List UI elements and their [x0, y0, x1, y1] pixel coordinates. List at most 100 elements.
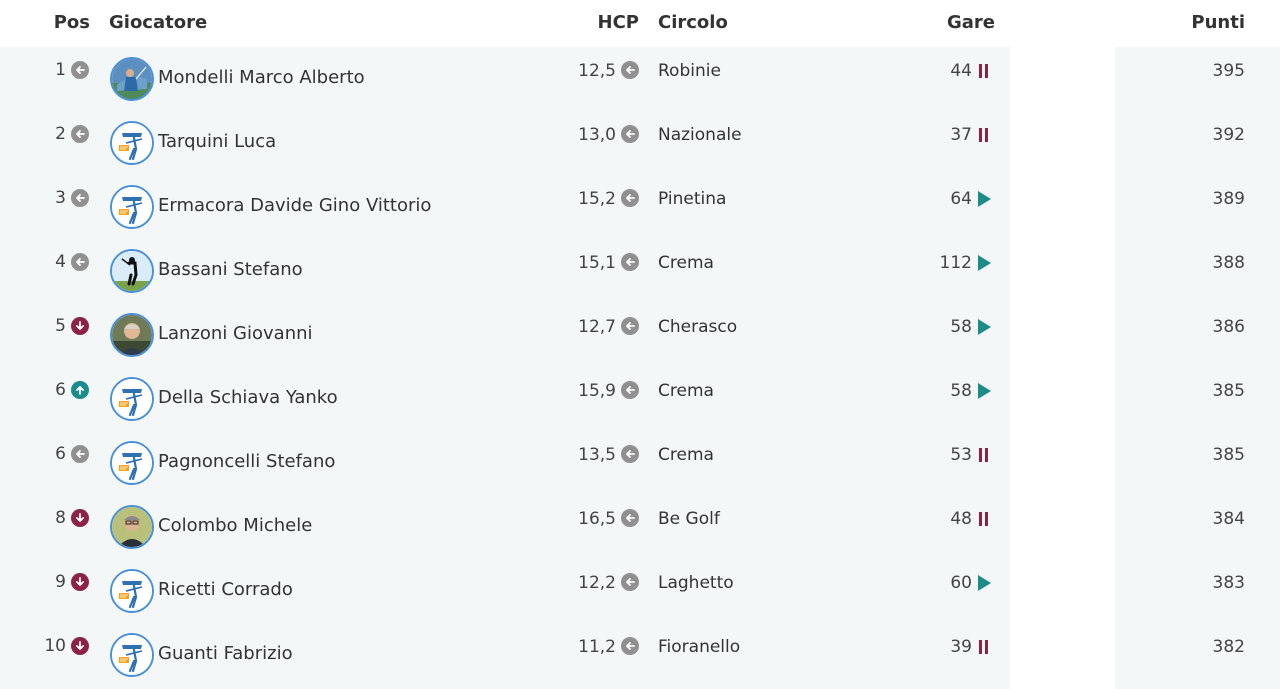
player-name[interactable]: Della Schiava Yanko: [158, 387, 338, 408]
position-trend-arrow-left-icon: [71, 445, 89, 463]
club-name[interactable]: Nazionale: [658, 125, 742, 145]
table-row[interactable]: 3 Ermacora Davide Gino Vittorio 15,2 Pineti…: [0, 175, 1280, 239]
play-icon: [977, 255, 991, 271]
play-icon: [977, 319, 991, 335]
points-value: 392: [1212, 125, 1245, 145]
position-trend-arrow-left-icon: [71, 253, 89, 271]
games-count: 48: [950, 509, 972, 529]
avatar[interactable]: [110, 441, 154, 485]
table-row[interactable]: 6 Pagnoncelli Stefano 13,5 Crema 53 385: [0, 431, 1280, 495]
avatar[interactable]: [110, 633, 154, 677]
position: 3: [55, 188, 66, 208]
position-trend-arrow-up-icon: [71, 381, 89, 399]
points-value: 383: [1212, 573, 1245, 593]
handicap-value: 13,0: [578, 125, 616, 145]
position: 5: [55, 316, 66, 336]
points-value: 395: [1212, 61, 1245, 81]
games-count: 112: [939, 253, 972, 273]
position-trend-arrow-left-icon: [71, 61, 89, 79]
position: 1: [55, 60, 66, 80]
club-name[interactable]: Cherasco: [658, 317, 737, 337]
handicap-value: 15,9: [578, 381, 616, 401]
handicap-value: 12,5: [578, 61, 616, 81]
points-value: 385: [1212, 445, 1245, 465]
table-row[interactable]: 5 Lanzoni Giovanni 12,7 Cherasco 58 386: [0, 303, 1280, 367]
table-row[interactable]: 10 Guanti Fabrizio 11,2 Fioranello 39 382: [0, 623, 1280, 687]
header-points[interactable]: Punti: [1130, 12, 1245, 33]
table-row[interactable]: 8 Colombo Michele 16,5 Be Golf 48 384: [0, 495, 1280, 559]
avatar[interactable]: [110, 313, 154, 357]
position: 2: [55, 124, 66, 144]
header-games[interactable]: Gare: [880, 12, 995, 33]
games-count: 37: [950, 125, 972, 145]
table-row[interactable]: 6 Della Schiava Yanko 15,9 Crema 58 385: [0, 367, 1280, 431]
games-count: 64: [950, 189, 972, 209]
handicap-value: 11,2: [578, 637, 616, 657]
position-trend-arrow-down-icon: [71, 637, 89, 655]
points-value: 384: [1212, 509, 1245, 529]
avatar[interactable]: [110, 249, 154, 293]
pause-icon: [977, 639, 991, 655]
table-row[interactable]: 1 Mondelli Marco Alberto 12,5 Robinie 44 395: [0, 47, 1280, 111]
play-icon: [977, 575, 991, 591]
position: 4: [55, 252, 66, 272]
handicap-value: 16,5: [578, 509, 616, 529]
play-icon: [977, 191, 991, 207]
pause-icon: [977, 511, 991, 527]
player-name[interactable]: Guanti Fabrizio: [158, 643, 293, 664]
avatar[interactable]: [110, 185, 154, 229]
club-name[interactable]: Robinie: [658, 61, 721, 81]
pause-icon: [977, 127, 991, 143]
position: 6: [55, 444, 66, 464]
club-name[interactable]: Pinetina: [658, 189, 726, 209]
player-name[interactable]: Bassani Stefano: [158, 259, 303, 280]
games-count: 58: [950, 317, 972, 337]
player-name[interactable]: Tarquini Luca: [158, 131, 276, 152]
club-name[interactable]: Crema: [658, 381, 714, 401]
position: 8: [55, 508, 66, 528]
handicap-trend-arrow-left-icon: [621, 317, 639, 335]
club-name[interactable]: Laghetto: [658, 573, 734, 593]
avatar[interactable]: [110, 57, 154, 101]
player-name[interactable]: Ermacora Davide Gino Vittorio: [158, 195, 431, 216]
handicap-trend-arrow-left-icon: [621, 445, 639, 463]
table-row[interactable]: 2 Tarquini Luca 13,0 Nazionale 37 392: [0, 111, 1280, 175]
position: 10: [44, 636, 66, 656]
position-trend-arrow-down-icon: [71, 573, 89, 591]
points-value: 389: [1212, 189, 1245, 209]
player-name[interactable]: Pagnoncelli Stefano: [158, 451, 335, 472]
table-row[interactable]: 9 Ricetti Corrado 12,2 Laghetto 60 383: [0, 559, 1280, 623]
points-value: 388: [1212, 253, 1245, 273]
handicap-value: 12,7: [578, 317, 616, 337]
header-pos[interactable]: Pos: [0, 12, 90, 33]
position-trend-arrow-down-icon: [71, 509, 89, 527]
points-value: 382: [1212, 637, 1245, 657]
table-row[interactable]: 4 Bassani Stefano 15,1 Crema 112 388: [0, 239, 1280, 303]
handicap-trend-arrow-left-icon: [621, 61, 639, 79]
club-name[interactable]: Be Golf: [658, 509, 720, 529]
handicap-trend-arrow-left-icon: [621, 125, 639, 143]
handicap-value: 15,2: [578, 189, 616, 209]
play-icon: [977, 383, 991, 399]
handicap-trend-arrow-left-icon: [621, 253, 639, 271]
avatar[interactable]: [110, 505, 154, 549]
position: 9: [55, 572, 66, 592]
player-name[interactable]: Mondelli Marco Alberto: [158, 67, 365, 88]
points-value: 385: [1212, 381, 1245, 401]
avatar[interactable]: [110, 569, 154, 613]
header-club[interactable]: Circolo: [658, 12, 728, 33]
handicap-value: 12,2: [578, 573, 616, 593]
player-name[interactable]: Colombo Michele: [158, 515, 312, 536]
avatar[interactable]: [110, 121, 154, 165]
club-name[interactable]: Fioranello: [658, 637, 740, 657]
avatar[interactable]: [110, 377, 154, 421]
position-trend-arrow-left-icon: [71, 125, 89, 143]
position: 6: [55, 380, 66, 400]
player-name[interactable]: Ricetti Corrado: [158, 579, 293, 600]
header-hcp[interactable]: HCP: [540, 12, 639, 33]
club-name[interactable]: Crema: [658, 253, 714, 273]
club-name[interactable]: Crema: [658, 445, 714, 465]
player-name[interactable]: Lanzoni Giovanni: [158, 323, 313, 344]
header-player[interactable]: Giocatore: [109, 12, 207, 33]
games-count: 60: [950, 573, 972, 593]
